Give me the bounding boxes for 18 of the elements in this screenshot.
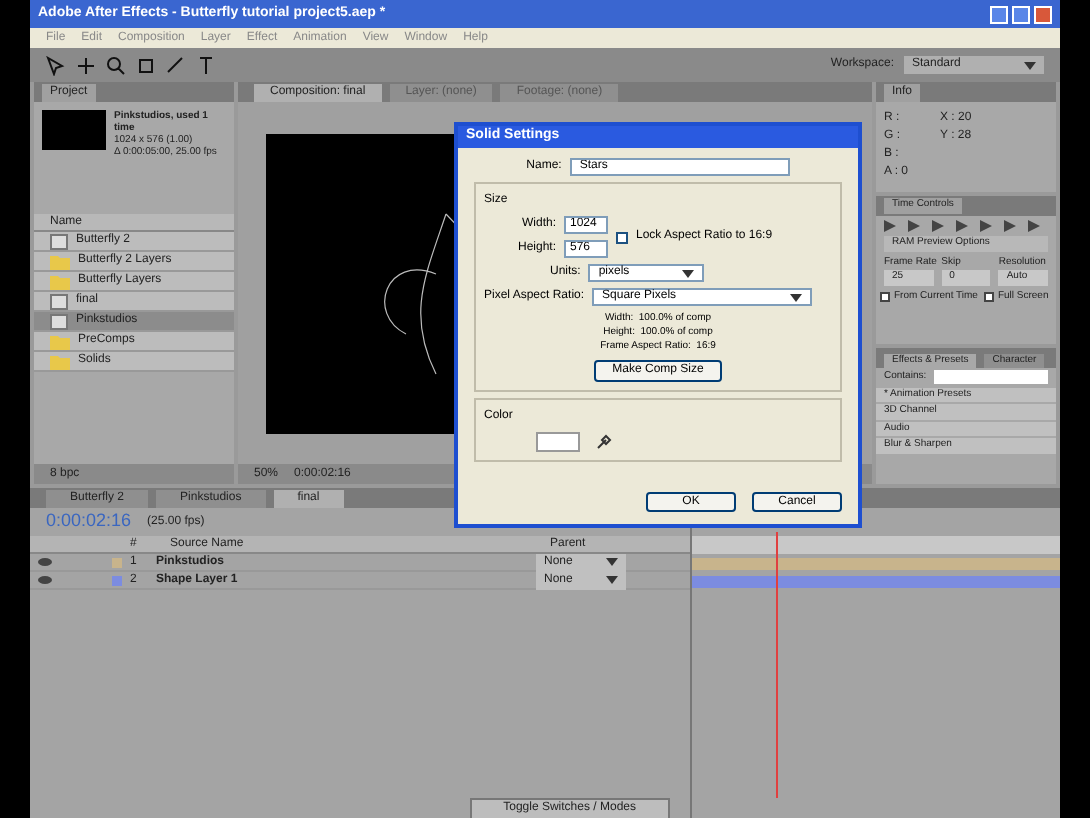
search-field[interactable]: [934, 370, 1048, 385]
eyedropper-icon[interactable]: [596, 434, 612, 450]
maximize-button[interactable]: [1012, 5, 1030, 23]
tool-icon[interactable]: [46, 55, 66, 75]
tool-icon[interactable]: [76, 55, 96, 75]
lock-checkbox[interactable]: [616, 231, 628, 243]
composition-icon: [50, 233, 68, 249]
dropdown-arrow-icon: [790, 293, 803, 301]
minimize-button[interactable]: [990, 5, 1008, 23]
close-button[interactable]: [1034, 5, 1052, 23]
thumbnail: [42, 110, 106, 150]
checkbox[interactable]: [983, 291, 994, 302]
dropdown-arrow-icon: [682, 269, 695, 277]
tool-icon[interactable]: [106, 55, 126, 75]
tool-icon[interactable]: [196, 55, 216, 75]
color-swatch[interactable]: [536, 432, 580, 452]
dropdown-arrow-icon: [1024, 61, 1036, 69]
checkbox[interactable]: [880, 291, 890, 302]
